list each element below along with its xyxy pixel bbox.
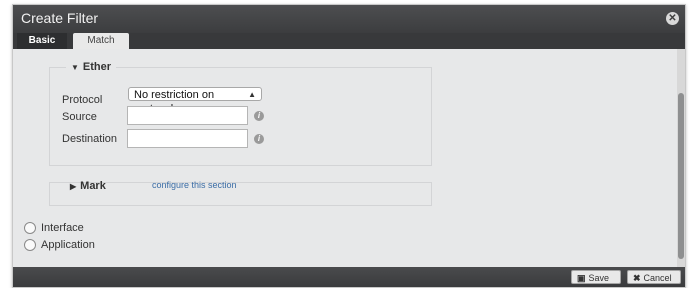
tab-basic[interactable]: Basic [17,33,67,49]
destination-input[interactable] [127,129,248,148]
cancel-button[interactable]: ✖ Cancel [627,270,681,284]
source-label: Source [62,111,97,123]
ether-legend-label: Ether [82,61,112,73]
save-button[interactable]: ▣ Save [571,270,621,284]
save-icon: ▣ [577,273,586,283]
radio-interface-label: Interface [41,222,84,234]
select-arrows-icon: ▲ [248,90,256,99]
radio-interface[interactable]: Interface [24,222,84,235]
radio-button[interactable] [24,239,36,252]
mark-fieldset [49,182,432,206]
dialog-titlebar: Create Filter ✕ [13,5,685,33]
destination-label: Destination [62,133,118,145]
dialog-content: ▼Ether Protocol No restriction on protoc… [13,49,685,267]
dialog-title: Create Filter [21,10,99,26]
mark-legend[interactable]: ▶ Mark [70,180,106,192]
cancel-button-label: Cancel [643,273,672,283]
radio-application[interactable]: Application [24,239,95,252]
scrollbar-thumb[interactable] [678,93,684,259]
destination-info-icon[interactable]: i [254,134,264,144]
protocol-select[interactable]: No restriction on protocols ▲ [128,87,262,115]
source-input[interactable] [127,106,248,125]
configure-section-link[interactable]: configure this section [152,180,237,190]
tab-bar: Basic Match [13,33,685,49]
radio-button[interactable] [24,222,36,235]
protocol-label: Protocol [62,94,103,106]
close-icon[interactable]: ✕ [666,12,679,25]
create-filter-dialog: Create Filter ✕ Basic Match ▼ Ether Proto… [12,4,686,288]
save-button-label: Save [588,273,610,283]
collapse-triangle-icon: ▼ [71,63,79,72]
expand-triangle-icon: ▶ [70,182,77,191]
dialog-footer: ▣ Save ✖ Cancel [13,267,685,287]
ether-legend[interactable]: ▼ Ether [66,61,117,73]
vertical-scrollbar[interactable] [677,49,685,267]
tab-match[interactable]: Match [73,33,129,49]
mark-legend-label: Mark [80,180,106,192]
cancel-icon: ✖ [633,273,641,283]
radio-application-label: Application [41,239,95,251]
source-info-icon[interactable]: i [254,111,264,121]
